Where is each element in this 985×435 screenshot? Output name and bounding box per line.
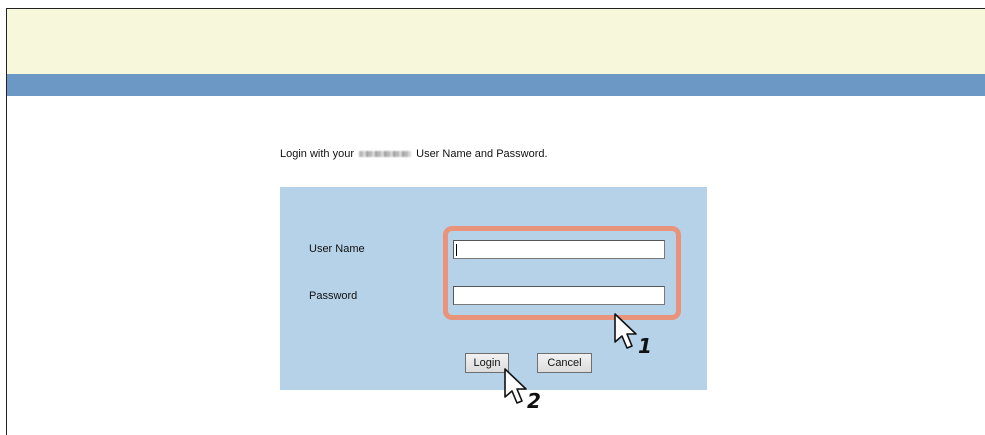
header-banner xyxy=(7,9,985,74)
cancel-button[interactable]: Cancel xyxy=(537,353,592,373)
blurred-product-name xyxy=(359,151,412,158)
login-instruction: Login with your User Name and Password. xyxy=(280,148,548,160)
instruction-suffix: User Name and Password. xyxy=(416,148,548,160)
credentials-highlight xyxy=(443,226,681,320)
instruction-prefix: Login with your xyxy=(280,148,354,160)
step-number-1: 1 xyxy=(638,334,652,358)
step-number-2: 2 xyxy=(527,389,541,413)
pointer-cursor-icon xyxy=(504,368,527,404)
username-label: User Name xyxy=(309,243,365,255)
header-bar xyxy=(7,74,985,96)
pointer-cursor-icon xyxy=(614,313,637,349)
password-label: Password xyxy=(309,290,358,302)
